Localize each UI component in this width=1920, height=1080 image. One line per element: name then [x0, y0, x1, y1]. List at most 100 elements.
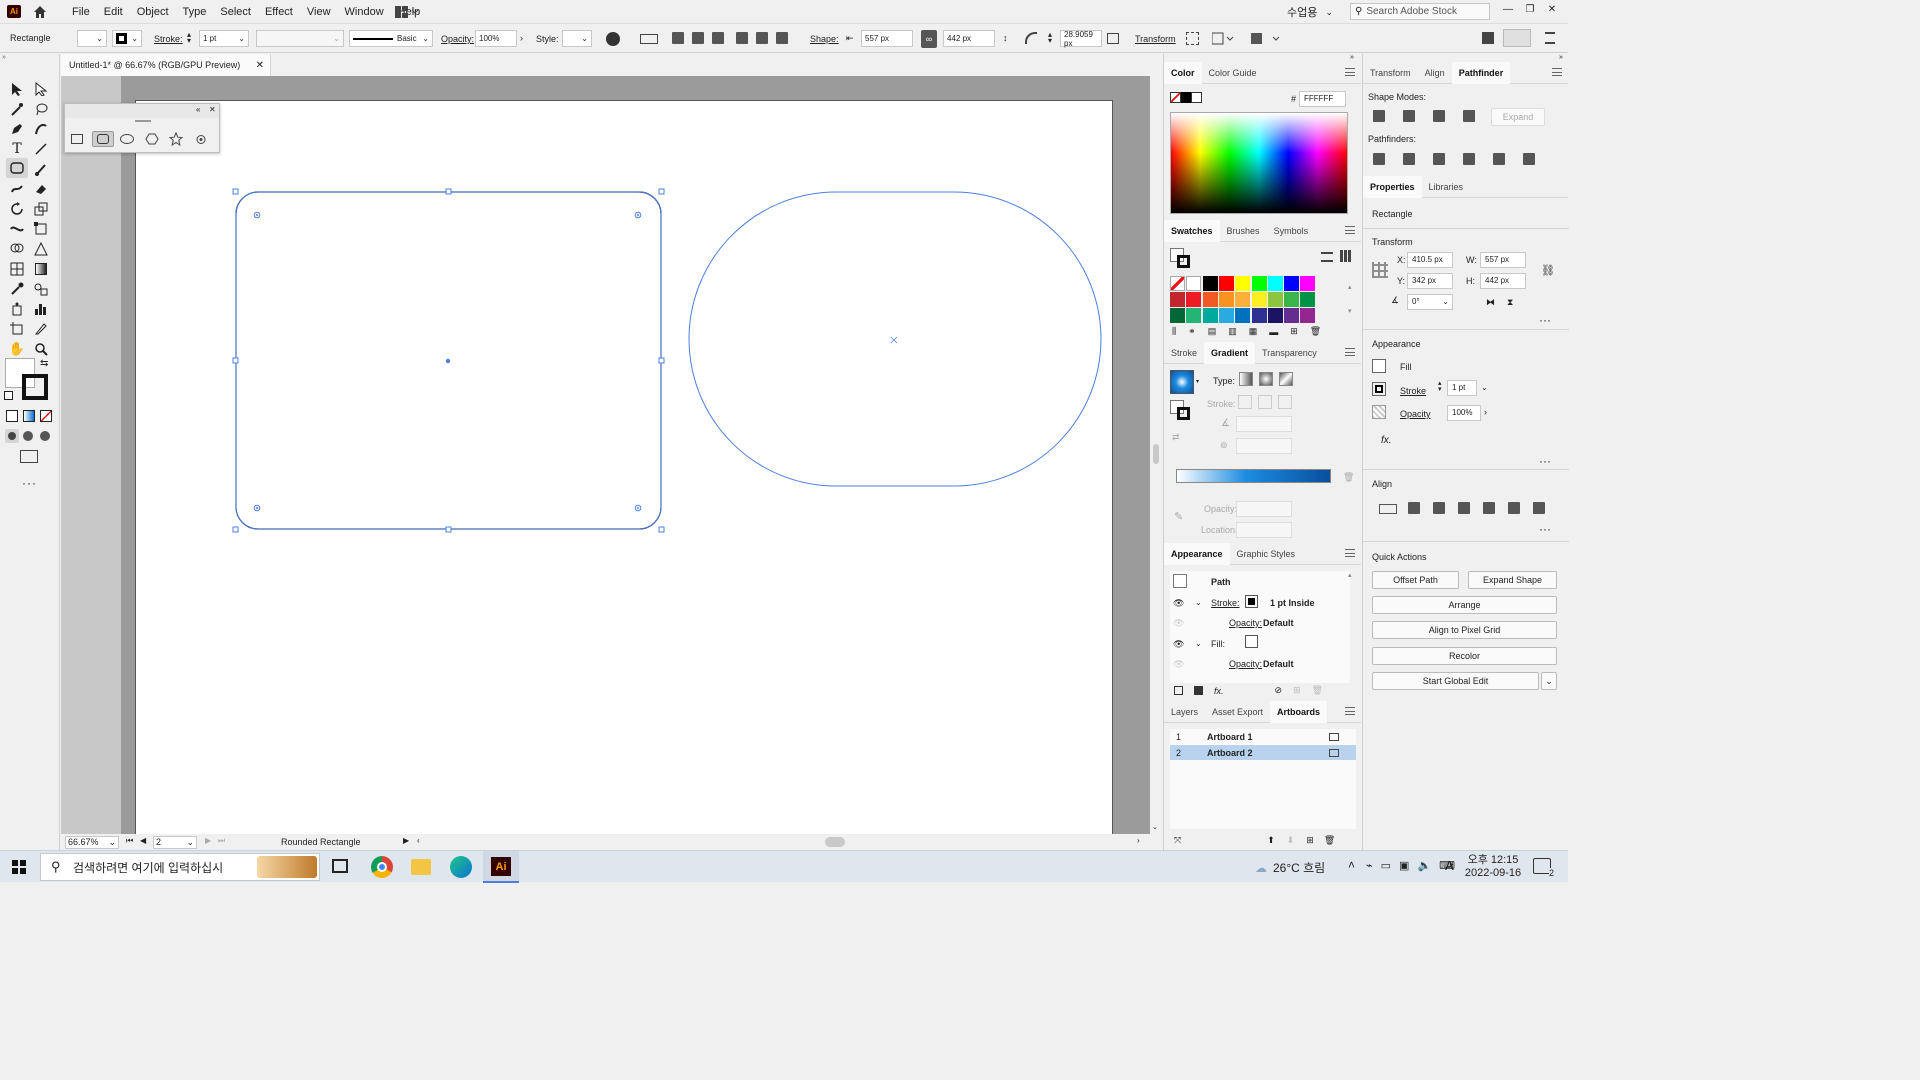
swatch[interactable]	[1186, 308, 1202, 323]
swatch[interactable]	[1284, 308, 1300, 323]
artboard-row-2-selected[interactable]: 2 Artboard 2	[1170, 745, 1356, 760]
scroll-down-icon[interactable]: ⌄	[1152, 823, 1158, 831]
paintbrush-tool-icon[interactable]	[32, 160, 50, 178]
stop-eyedropper-icon[interactable]: ✎	[1174, 510, 1183, 523]
appearance-fill-swatch[interactable]	[1245, 635, 1258, 648]
horizontal-scroll-thumb[interactable]	[825, 837, 845, 847]
fill-visibility-eye-icon[interactable]: 👁	[1173, 639, 1184, 650]
vertical-scroll-thumb[interactable]	[1153, 444, 1159, 464]
rearrange-artboards-icon[interactable]: ⤧	[1174, 835, 1181, 846]
align-right-icon[interactable]	[1458, 502, 1470, 514]
intersect-icon[interactable]	[1433, 110, 1445, 122]
swatch[interactable]	[1267, 308, 1283, 323]
mesh-tool-icon[interactable]	[8, 260, 26, 278]
appearance-panel-menu-icon[interactable]	[1345, 549, 1355, 557]
perspective-grid-tool-icon[interactable]	[32, 240, 50, 258]
arrange-button[interactable]: Arrange	[1372, 596, 1557, 614]
clear-appearance-icon[interactable]: ⊘	[1275, 685, 1283, 696]
opacity-chevron-icon[interactable]: ›	[1484, 407, 1487, 417]
list-view-icon[interactable]	[1321, 252, 1333, 262]
x-field[interactable]: 410.5 px	[1407, 252, 1453, 268]
gradient-panel-menu-icon[interactable]	[1345, 348, 1355, 356]
swatch[interactable]	[1267, 276, 1283, 291]
swatch[interactable]	[1300, 276, 1316, 291]
new-folder-icon[interactable]: ▬	[1269, 327, 1278, 337]
align-bottom-icon[interactable]	[1533, 502, 1545, 514]
tab-align[interactable]: Align	[1418, 62, 1452, 84]
draw-normal-icon[interactable]	[5, 429, 19, 443]
move-up-icon[interactable]: ⬆	[1267, 835, 1275, 846]
swap-fill-stroke-icon[interactable]: ⇆	[40, 358, 48, 369]
lasso-tool-icon[interactable]	[32, 100, 50, 118]
canvas[interactable]	[61, 76, 1150, 834]
volume-icon[interactable]: 🔈	[1417, 859, 1431, 872]
tab-color[interactable]: Color	[1164, 61, 1202, 84]
gradient-across-stroke-icon[interactable]	[1278, 395, 1292, 409]
workspace-switcher[interactable]: 수업용 ⌄	[1287, 4, 1333, 20]
status-menu-icon[interactable]: ▶	[403, 836, 409, 845]
new-color-group-icon[interactable]: ▥	[1228, 326, 1237, 337]
properties-stroke-label[interactable]: Stroke	[1400, 386, 1426, 396]
last-artboard-icon[interactable]: ⏭	[218, 836, 225, 846]
menu-select[interactable]: Select	[213, 0, 258, 24]
stroke-opacity-eye-icon[interactable]: 👁	[1173, 618, 1184, 629]
swatch[interactable]	[1284, 292, 1300, 307]
transform-again-icon[interactable]	[1251, 32, 1281, 45]
document-tab[interactable]: Untitled-1* @ 66.67% (RGB/GPU Preview) ✕	[61, 54, 271, 76]
stroke-stepper[interactable]: ▴ ▾	[187, 31, 191, 45]
graphic-style-dropdown[interactable]: ⌄	[562, 30, 592, 47]
artboard-row-name[interactable]: Artboard 1	[1207, 732, 1253, 742]
stop-location-field[interactable]	[1236, 522, 1292, 538]
tab-transparency[interactable]: Transparency	[1255, 342, 1324, 364]
stroke-expand-chevron-icon[interactable]: ⌄	[1195, 598, 1202, 607]
delete-artboard-icon[interactable]: 🗑	[1324, 835, 1335, 846]
tab-transform[interactable]: Transform	[1363, 62, 1418, 84]
clock[interactable]: 오후 12:15 2022-09-16	[1462, 854, 1524, 880]
expand-button[interactable]: Expand	[1491, 108, 1545, 126]
appearance-stroke-label[interactable]: Stroke:	[1211, 598, 1240, 608]
color-spectrum[interactable]	[1170, 112, 1348, 214]
swatches-scrollbar[interactable]: ▴ ▾	[1348, 276, 1356, 324]
stop-opacity-field[interactable]	[1236, 501, 1292, 517]
network-icon[interactable]: ⌁	[1366, 859, 1373, 872]
flip-vertical-icon[interactable]: ⧗	[1507, 297, 1513, 308]
taskbar-search-box[interactable]: ⚲ 검색하려면 여기에 입력하십시	[40, 853, 320, 881]
reference-point-icon[interactable]	[1372, 262, 1388, 278]
properties-fx-button[interactable]: fx.	[1381, 435, 1392, 446]
fill-color-dropdown[interactable]: ⌄	[77, 30, 107, 47]
edge-icon[interactable]	[450, 856, 472, 878]
make-envelope-icon[interactable]	[1211, 32, 1234, 45]
stroke-swatch[interactable]	[22, 374, 48, 400]
shape-height-field[interactable]: 442 px	[943, 30, 995, 47]
flyout-star-icon[interactable]	[168, 131, 184, 148]
artboards-panel-menu-icon[interactable]	[1345, 707, 1355, 715]
swatch[interactable]	[1170, 308, 1185, 323]
flyout-polygon-icon[interactable]	[145, 133, 159, 147]
align-top-icon[interactable]	[736, 32, 748, 44]
gradient-preview-dropdown-icon[interactable]: ▾	[1196, 378, 1199, 385]
draw-inside-icon[interactable]	[40, 431, 50, 441]
column-graph-tool-icon[interactable]	[32, 300, 50, 318]
tab-libraries[interactable]: Libraries	[1422, 176, 1471, 198]
shape-width-field[interactable]: 557 px	[861, 30, 913, 47]
exclude-icon[interactable]	[1463, 110, 1475, 122]
opacity-label[interactable]: Opacity:	[441, 34, 474, 44]
tab-graphic-styles[interactable]: Graphic Styles	[1230, 543, 1303, 565]
gradient-preview[interactable]	[1170, 370, 1194, 394]
line-tool-icon[interactable]	[32, 140, 50, 158]
properties-stroke-swatch[interactable]	[1372, 382, 1386, 396]
swatch[interactable]	[1186, 276, 1202, 291]
align-hcenter-icon[interactable]	[1433, 502, 1445, 514]
shape-builder-tool-icon[interactable]	[8, 240, 26, 258]
edit-toolbar-icon[interactable]: ···	[22, 476, 37, 490]
swatch[interactable]	[1251, 292, 1267, 307]
add-fill-icon[interactable]	[1194, 686, 1203, 695]
menu-view[interactable]: View	[300, 0, 338, 24]
shape-label[interactable]: Shape:	[810, 34, 839, 44]
corner-stepper[interactable]: ▴ ▾	[1048, 31, 1052, 45]
close-tab-icon[interactable]: ✕	[256, 60, 264, 71]
swatch[interactable]	[1235, 308, 1251, 323]
notifications-icon[interactable]: 2	[1533, 858, 1554, 878]
opacity-field[interactable]: 100%	[475, 30, 517, 47]
screen-mode-icon[interactable]	[20, 450, 38, 463]
